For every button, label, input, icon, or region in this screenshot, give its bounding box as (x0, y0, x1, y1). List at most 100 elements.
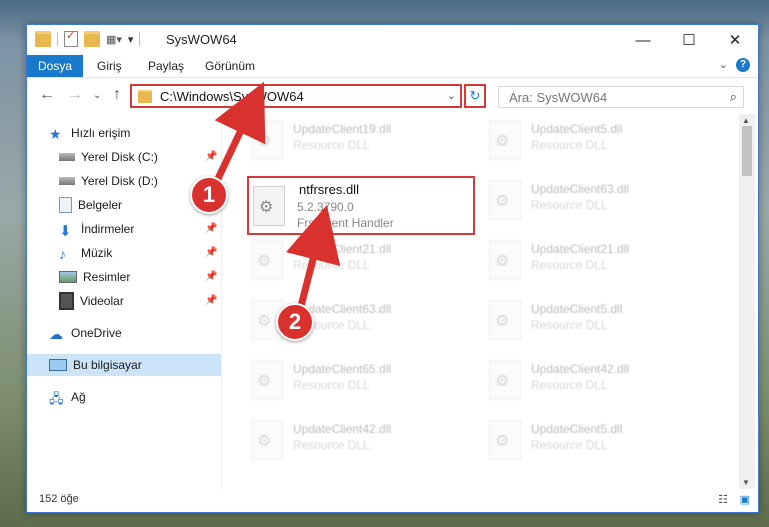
folder-icon (138, 90, 152, 103)
video-icon (59, 292, 74, 310)
drive-icon (59, 153, 75, 161)
dll-file-icon (253, 186, 285, 226)
item-count: 152 öğe (39, 493, 79, 505)
sidebar-item-videos[interactable]: Videolar (59, 290, 124, 312)
dll-file-icon (489, 240, 521, 280)
list-item[interactable]: UpdateClient5.dll Resource DLL (481, 116, 701, 166)
sidebar-item-label: Belgeler (78, 198, 123, 212)
file-description: Resource DLL (531, 438, 608, 452)
sidebar-item-network[interactable]: 🖧 Ağ (49, 386, 86, 408)
window-title: SysWOW64 (166, 32, 237, 47)
navigation-pane: ★ Hızlı erişim Yerel Disk (C:) 📌 Yerel D… (27, 114, 222, 489)
qa-dropdown-icon[interactable]: ▾ (128, 33, 134, 46)
file-version: 5.2.3790.0 (297, 200, 354, 214)
large-icons-view-icon[interactable]: ▣ (740, 493, 750, 506)
details-view-icon[interactable]: ☷ (718, 493, 728, 506)
tab-home[interactable]: Giriş (97, 59, 122, 73)
back-icon[interactable]: ← (39, 86, 55, 104)
sidebar-item-quick-access[interactable]: ★ Hızlı erişim (49, 122, 130, 144)
cloud-icon: ☁ (49, 326, 63, 342)
sidebar-item-music[interactable]: ♪ Müzik (59, 242, 112, 264)
sidebar-item-downloads[interactable]: ⬇ İndirmeler (59, 218, 134, 240)
file-description: Resource DLL (293, 138, 370, 152)
file-description: Frs Event Handler (297, 216, 394, 230)
step-marker-1: 1 (190, 176, 228, 214)
search-input[interactable]: Ara: SysWOW64 ⌕ (498, 86, 744, 108)
pin-icon[interactable]: 📌 (205, 151, 217, 162)
file-name: UpdateClient19.dll (293, 122, 392, 136)
list-item[interactable]: UpdateClient42.dll Resource DLL (243, 416, 463, 466)
list-item[interactable]: UpdateClient19.dll Resource DLL (243, 116, 463, 166)
dll-file-icon (251, 120, 283, 160)
search-icon[interactable]: ⌕ (730, 89, 737, 105)
customize-qa-icon[interactable]: ▦▾ (106, 33, 122, 46)
chevron-down-icon[interactable]: ⌄ (447, 89, 456, 102)
dll-file-icon (489, 420, 521, 460)
file-name: UpdateClient63.dll (531, 182, 630, 196)
star-icon: ★ (49, 126, 62, 142)
list-item[interactable]: UpdateClient21.dll Resource DLL (243, 236, 463, 286)
file-name: ntfrsres.dll (299, 182, 359, 197)
list-item[interactable]: UpdateClient63.dll Resource DLL (481, 176, 701, 226)
sidebar-item-onedrive[interactable]: ☁ OneDrive (49, 322, 122, 344)
list-item[interactable]: UpdateClient65.dll Resource DLL (243, 356, 463, 406)
network-icon: 🖧 (49, 391, 64, 406)
scroll-up-icon[interactable]: ▲ (742, 116, 750, 125)
maximize-button[interactable]: ☐ (666, 25, 712, 55)
tab-share[interactable]: Paylaş (148, 59, 184, 73)
list-item[interactable]: UpdateClient21.dll Resource DLL (481, 236, 701, 286)
close-button[interactable]: ✕ (712, 25, 758, 55)
file-description: Resource DLL (293, 438, 370, 452)
dll-file-icon (489, 120, 521, 160)
scroll-down-icon[interactable]: ▼ (742, 478, 750, 487)
tab-file[interactable]: Dosya (27, 55, 83, 77)
scrollbar-thumb[interactable] (742, 126, 752, 176)
sidebar-item-this-pc[interactable]: Bu bilgisayar (27, 354, 221, 376)
forward-icon[interactable]: → (67, 86, 83, 104)
dll-file-icon (489, 180, 521, 220)
computer-icon (49, 359, 67, 371)
expand-ribbon-icon[interactable]: ⌄ (719, 58, 728, 71)
sidebar-item-label: Bu bilgisayar (73, 358, 142, 372)
sidebar-item-label: Resimler (83, 270, 131, 284)
file-description: Resource DLL (531, 198, 608, 212)
drive-icon (59, 177, 75, 185)
dll-file-icon (251, 360, 283, 400)
sidebar-item-local-disk-d[interactable]: Yerel Disk (D:) (59, 170, 158, 192)
help-icon[interactable]: ? (736, 58, 750, 72)
sidebar-item-pictures[interactable]: Resimler (59, 266, 130, 288)
sidebar-item-label: Yerel Disk (C:) (81, 150, 158, 164)
address-bar[interactable]: C:\Windows\SysWOW64 ⌄ (130, 84, 462, 108)
dll-file-icon (251, 420, 283, 460)
highlighted-file-item[interactable]: ntfrsres.dll 5.2.3790.0 Frs Event Handle… (247, 176, 475, 235)
pin-icon[interactable]: 📌 (205, 247, 217, 258)
pin-icon[interactable]: 📌 (205, 223, 217, 234)
dll-file-icon (489, 360, 521, 400)
sidebar-item-documents[interactable]: Belgeler (59, 194, 122, 216)
divider (139, 32, 141, 46)
list-item[interactable]: UpdateClient42.dll Resource DLL (481, 356, 701, 406)
pin-icon[interactable]: 📌 (205, 271, 217, 282)
new-folder-icon[interactable] (84, 31, 100, 47)
file-description: Resource DLL (293, 258, 370, 272)
quick-access-toolbar: ▦▾ ▾ (35, 29, 141, 47)
tab-view[interactable]: Görünüm (205, 59, 255, 73)
file-name: UpdateClient5.dll (531, 302, 623, 316)
up-icon[interactable]: ↑ (113, 86, 121, 104)
pictures-icon (59, 271, 77, 283)
list-item[interactable]: UpdateClient5.dll Resource DLL (481, 296, 701, 346)
sidebar-item-local-disk-c[interactable]: Yerel Disk (C:) (59, 146, 158, 168)
sidebar-item-label: Ağ (71, 390, 86, 404)
properties-icon[interactable] (64, 29, 78, 47)
folder-icon (35, 31, 51, 47)
recent-locations-icon[interactable]: ⌄ (93, 90, 101, 101)
refresh-button[interactable]: ↻ (464, 84, 486, 108)
vertical-scrollbar[interactable]: ▲ ▼ (739, 114, 755, 489)
list-item[interactable]: UpdateClient5.dll Resource DLL (481, 416, 701, 466)
pin-icon[interactable]: 📌 (205, 295, 217, 306)
sidebar-item-label: Videolar (80, 294, 124, 308)
file-name: UpdateClient5.dll (531, 422, 623, 436)
file-explorer-window: ▦▾ ▾ SysWOW64 — ☐ ✕ Dosya Giriş Paylaş G… (26, 24, 759, 513)
sidebar-item-label: Hızlı erişim (71, 126, 131, 140)
minimize-button[interactable]: — (620, 25, 666, 55)
